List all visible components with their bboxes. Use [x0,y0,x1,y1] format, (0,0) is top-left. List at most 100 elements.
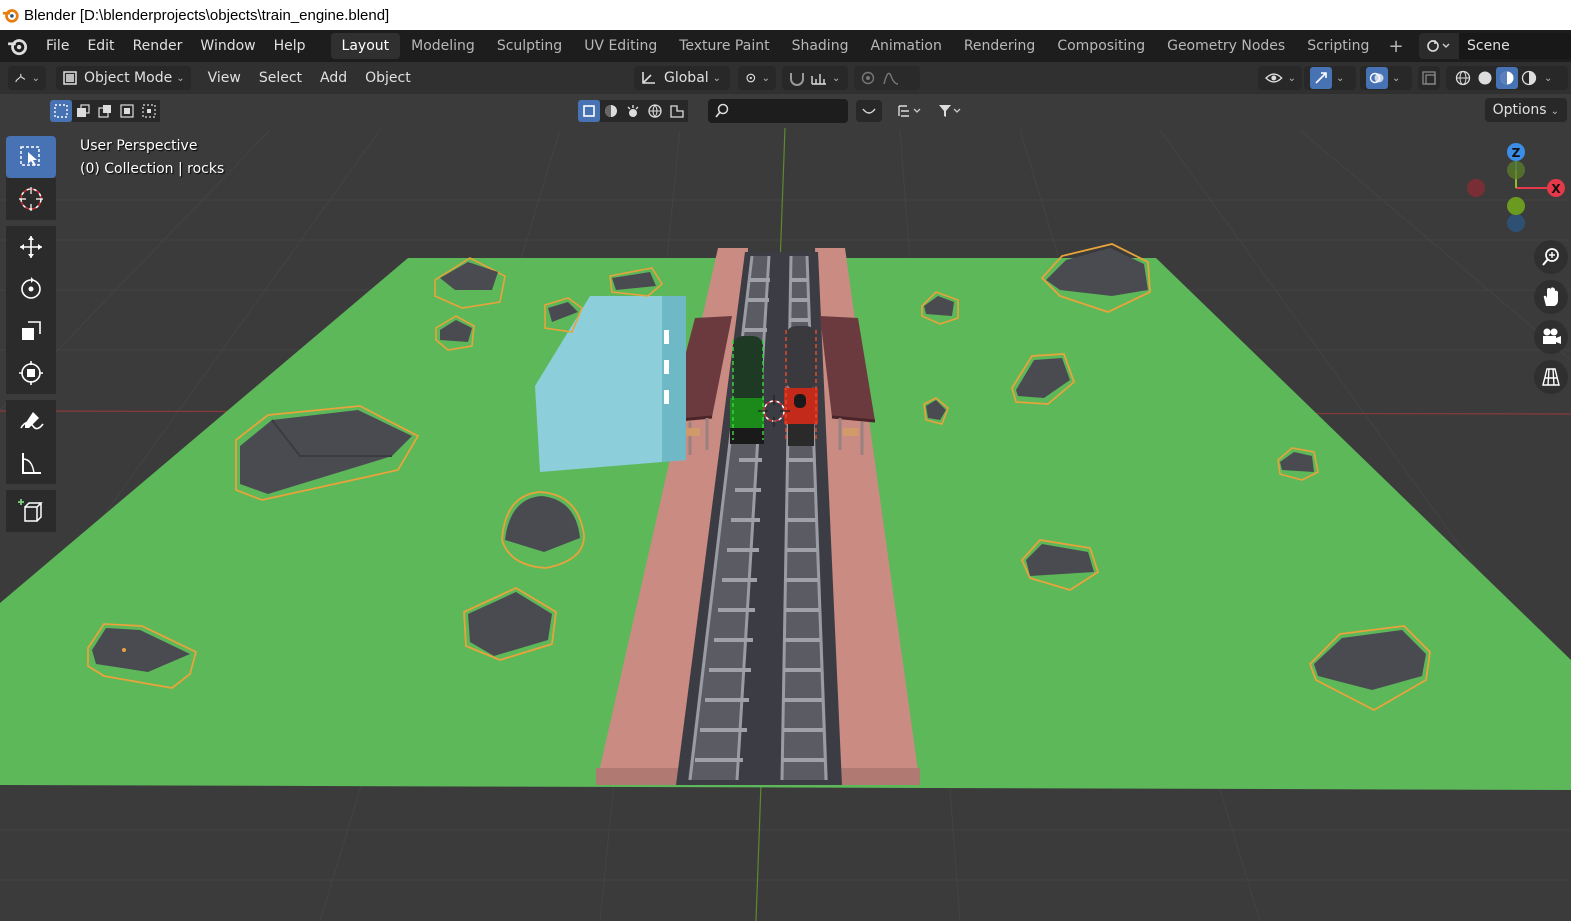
rotate-icon [21,277,41,299]
tab-layout[interactable]: Layout [330,33,401,59]
menu-edit[interactable]: Edit [78,30,123,62]
gizmo-icon [1310,67,1332,89]
menu-add[interactable]: Add [311,66,356,90]
grid-perspective-icon [1542,368,1560,386]
gizmo-neg-z-icon[interactable] [1507,214,1525,232]
3d-viewport[interactable]: Options ⌄ User Perspective (0) Collection… [0,94,1571,921]
zoom-button[interactable] [1534,240,1568,274]
wireframe-shading-icon[interactable] [1452,67,1474,89]
menu-select[interactable]: Select [250,66,311,90]
gizmo-neg-x-icon[interactable] [1467,179,1485,197]
menu-view[interactable]: View [199,66,250,90]
filter-mesh-icon[interactable] [578,100,600,122]
overlays-toggle[interactable]: ⌄ [1360,66,1412,90]
xray-toggle[interactable] [1418,66,1440,90]
gizmo-y-icon[interactable] [1507,197,1525,215]
tab-animation[interactable]: Animation [859,33,952,59]
menu-window[interactable]: Window [191,30,264,62]
camera-icon [1543,328,1561,344]
rendered-shading-icon[interactable] [1518,67,1540,89]
viewport-nav-buttons [1534,240,1568,394]
train-engine-red[interactable] [784,326,818,446]
tool-move[interactable] [6,226,56,268]
visibility-dropdown[interactable]: ⌄ [1258,66,1302,90]
search-input[interactable] [708,99,848,123]
filter-scene-icon[interactable] [666,100,688,122]
scene-selector[interactable]: Scene [1419,33,1571,59]
select-intersect-icon[interactable] [138,100,160,122]
tool-cursor[interactable] [6,178,56,220]
selection-mode-group [50,98,160,124]
tab-sculpting[interactable]: Sculpting [486,33,573,59]
tool-select-box[interactable] [6,136,56,178]
select-extend-icon[interactable] [72,100,94,122]
proportional-edit-icon [861,71,875,85]
gizmo-neg-y-icon[interactable] [1507,161,1525,179]
filter-world-icon[interactable] [644,100,666,122]
falloff-curve-icon [883,72,899,85]
tool-measure[interactable] [6,442,56,484]
scene-name-field[interactable]: Scene [1459,33,1571,59]
move-icon [20,236,42,258]
tab-texture-paint[interactable]: Texture Paint [668,33,780,59]
editor-type-button[interactable]: ⌄ [8,66,46,90]
gizmo-x-label: X [1551,182,1561,196]
perspective-toggle-button[interactable] [1534,360,1568,394]
search-icon [715,103,729,118]
pan-button[interactable] [1534,280,1568,314]
window-title: Blender [D:\blenderprojects\objects\trai… [24,6,390,24]
collection-label: (0) Collection | rocks [80,161,225,177]
material-preview-icon[interactable] [1496,67,1518,89]
tab-uv-editing[interactable]: UV Editing [573,33,668,59]
camera-view-button[interactable] [1534,320,1568,354]
mode-dropdown[interactable]: Object Mode ⌄ [56,66,191,90]
proportional-editing-controls[interactable] [854,66,920,90]
filter-material-icon[interactable] [600,100,622,122]
gizmo-toggle[interactable]: ⌄ [1304,66,1356,90]
add-workspace-icon[interactable]: + [1380,36,1411,57]
tool-scale[interactable] [6,310,56,352]
scene-canvas[interactable] [0,94,1571,921]
tool-annotate[interactable] [6,400,56,442]
tab-modeling[interactable]: Modeling [400,33,486,59]
blender-menu-icon[interactable] [7,35,29,57]
cursor-icon [19,187,43,211]
transform-orientation-dropdown[interactable]: Global ⌄ [634,66,730,90]
tab-shading[interactable]: Shading [781,33,860,59]
tool-add-cube[interactable] [6,490,56,532]
curve-filter-icon[interactable] [856,100,882,122]
object-mode-icon [63,71,77,85]
select-subtract-icon[interactable] [94,100,116,122]
tool-transform[interactable] [6,352,56,394]
tool-rotate[interactable] [6,268,56,310]
mode-label: Object Mode [84,70,173,86]
options-dropdown[interactable]: Options ⌄ [1484,98,1567,122]
select-box-icon [20,146,40,166]
add-cube-icon [18,499,43,522]
menu-render[interactable]: Render [124,30,192,62]
menu-help[interactable]: Help [265,30,315,62]
eye-icon [1264,73,1283,83]
hand-icon [1543,287,1558,306]
filter-light-icon[interactable] [622,100,644,122]
train-engine-green[interactable] [730,336,764,444]
select-new-icon[interactable] [50,100,72,122]
menu-file[interactable]: File [37,30,78,62]
select-invert-icon[interactable] [116,100,138,122]
tab-compositing[interactable]: Compositing [1046,33,1156,59]
navigation-gizmo[interactable]: Z X [1462,138,1570,238]
tab-geometry-nodes[interactable]: Geometry Nodes [1156,33,1296,59]
window-titlebar: Blender [D:\blenderprojects\objects\trai… [0,0,1571,30]
tab-rendering[interactable]: Rendering [953,33,1047,59]
pivot-point-dropdown[interactable]: ⌄ [738,66,776,90]
sort-order-icon[interactable] [892,100,928,122]
shading-mode-group: ⌄ [1446,66,1568,90]
filter-funnel-icon[interactable] [932,100,968,122]
menu-object[interactable]: Object [356,66,420,90]
object-type-filter-group [578,98,968,124]
snapping-controls[interactable]: ⌄ [782,66,848,90]
zoom-icon [1542,248,1559,266]
tab-scripting[interactable]: Scripting [1296,33,1380,59]
solid-shading-icon[interactable] [1474,67,1496,89]
scene-icon[interactable] [1419,33,1459,59]
